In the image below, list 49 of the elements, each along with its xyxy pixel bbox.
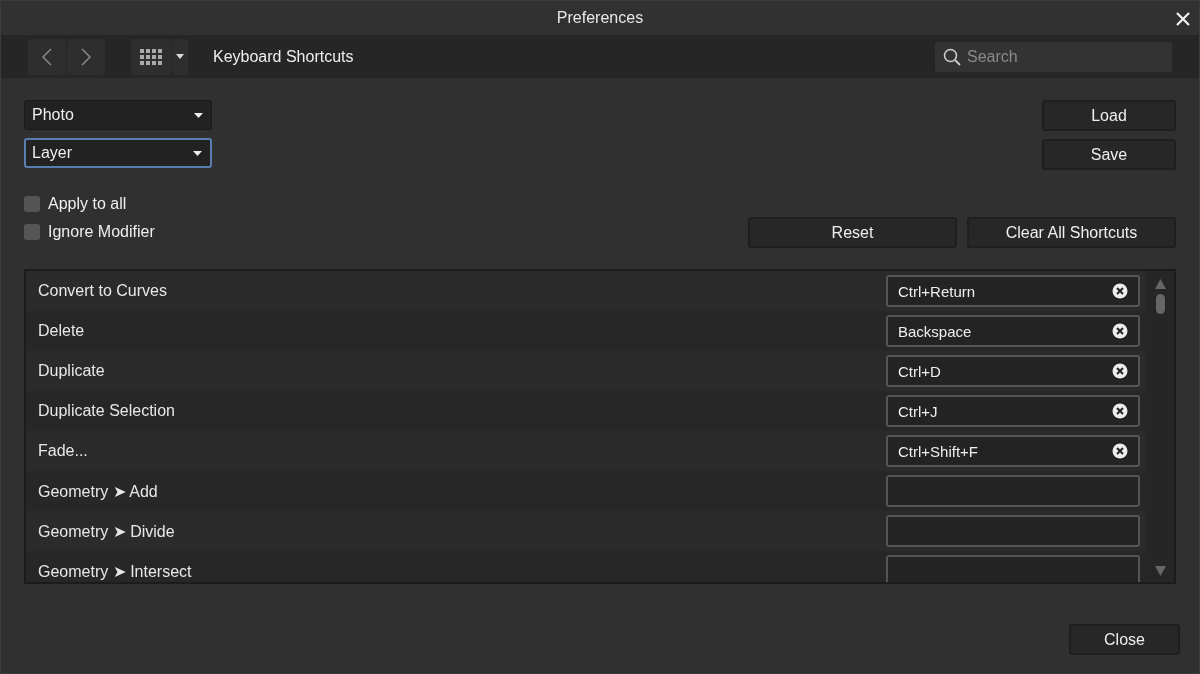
clear-icon[interactable]: [1112, 283, 1128, 299]
reset-button[interactable]: Reset: [748, 217, 957, 248]
shortcut-field[interactable]: Ctrl+J: [886, 395, 1140, 427]
caret-icon: [194, 112, 203, 118]
shortcut-field[interactable]: Ctrl+Shift+F: [886, 435, 1140, 467]
clear-all-shortcuts-button[interactable]: Clear All Shortcuts: [967, 217, 1176, 248]
scrollbar-thumb[interactable]: [1155, 294, 1165, 314]
grid-view-button[interactable]: [131, 38, 171, 75]
command-name: Geometry ➤ Intersect: [38, 561, 193, 581]
dropdown[interactable]: Layer: [24, 138, 212, 168]
command-name: Fade...: [38, 442, 89, 460]
shortcut-field[interactable]: Ctrl+Return: [886, 275, 1140, 307]
load-button[interactable]: Load: [1042, 100, 1176, 131]
shortcut-field[interactable]: Ctrl+D: [886, 355, 1140, 387]
caret-icon: [193, 150, 202, 156]
chevron-left-icon: [41, 46, 53, 67]
shortcut-field[interactable]: [886, 515, 1140, 547]
clear-icon[interactable]: [1112, 443, 1128, 459]
save-button[interactable]: Save: [1042, 139, 1176, 170]
command-name: Geometry ➤ Divide: [38, 521, 176, 541]
close-icon[interactable]: [1175, 11, 1191, 27]
checkbox[interactable]: [24, 224, 40, 240]
command-name: Duplicate Selection: [38, 402, 176, 420]
clear-icon[interactable]: [1112, 323, 1128, 339]
shortcut-field[interactable]: [886, 475, 1140, 507]
checkbox[interactable]: [24, 196, 40, 212]
command-name: Duplicate: [38, 362, 106, 380]
checkbox-label: Apply to all: [48, 195, 127, 213]
scroll-up-icon[interactable]: [1154, 279, 1166, 289]
checkbox-label: Ignore Modifier: [48, 223, 155, 241]
close-button[interactable]: Close: [1069, 624, 1180, 655]
shortcut-field[interactable]: [886, 555, 1140, 582]
back-button[interactable]: [28, 38, 66, 75]
command-name: Geometry ➤ Add: [38, 481, 159, 501]
search-field[interactable]: Search: [935, 41, 1172, 72]
view-menu-button[interactable]: [172, 38, 188, 75]
shortcut-field[interactable]: Backspace: [886, 315, 1140, 347]
section-title: Keyboard Shortcuts: [213, 47, 355, 66]
chevron-right-icon: [80, 46, 92, 67]
clear-icon[interactable]: [1112, 363, 1128, 379]
command-name: Convert to Curves: [38, 282, 168, 300]
clear-icon[interactable]: [1112, 403, 1128, 419]
dropdown[interactable]: Photo: [24, 100, 212, 130]
forward-button[interactable]: [67, 38, 105, 75]
window-title: Preferences: [556, 9, 644, 28]
grid-icon: [140, 48, 162, 65]
command-name: Delete: [38, 322, 86, 340]
scroll-down-icon[interactable]: [1154, 566, 1166, 576]
caret-icon: [176, 54, 184, 60]
